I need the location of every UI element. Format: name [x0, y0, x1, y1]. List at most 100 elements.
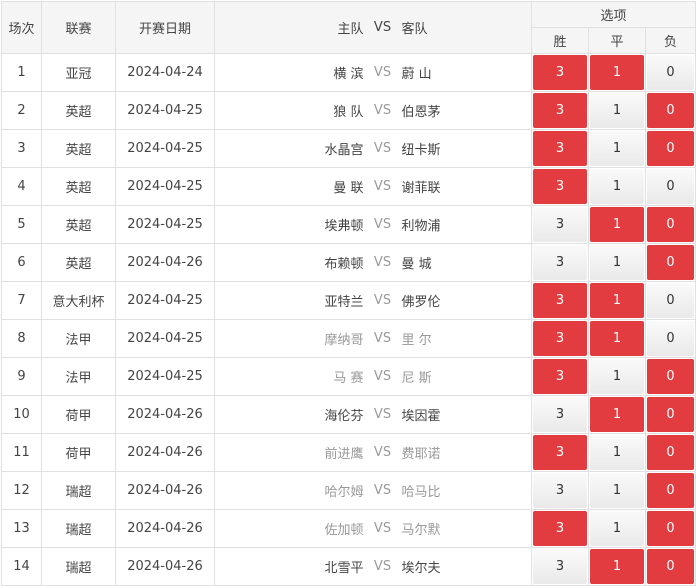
away-team: 埃因霍: [395, 395, 532, 434]
table-row: 12 瑞超 2024-04-26 哈尔姆 VS 哈马比 3 1 0: [1, 471, 696, 510]
win-option-button[interactable]: 3: [533, 131, 587, 166]
draw-option-cell: 1: [588, 167, 646, 206]
vs-label: VS: [369, 319, 396, 358]
lose-option-button[interactable]: 0: [647, 93, 695, 128]
lose-option-button[interactable]: 0: [647, 359, 695, 394]
lose-option-cell: 0: [644, 471, 696, 510]
draw-option-cell: 1: [588, 471, 646, 510]
win-option-cell: 3: [531, 91, 589, 130]
draw-option-button[interactable]: 1: [590, 321, 644, 356]
draw-option-button[interactable]: 1: [590, 397, 644, 432]
lose-option-cell: 0: [644, 281, 696, 320]
draw-option-cell: 1: [588, 205, 646, 244]
draw-option-button[interactable]: 1: [590, 359, 644, 394]
win-option-button[interactable]: 3: [533, 321, 587, 356]
table-row: 3 英超 2024-04-25 水晶宫 VS 纽卡斯 3 1 0: [1, 129, 696, 168]
win-option-button[interactable]: 3: [533, 473, 587, 508]
lose-option-button[interactable]: 0: [647, 435, 695, 470]
win-option-cell: 3: [531, 129, 589, 168]
away-team: 伯恩茅: [395, 91, 532, 130]
away-team: 曼 城: [395, 243, 532, 282]
match-date: 2024-04-26: [115, 395, 215, 434]
home-team: 狼 队: [214, 91, 370, 130]
draw-option-button[interactable]: 1: [590, 207, 644, 242]
draw-option-button[interactable]: 1: [590, 473, 644, 508]
vs-label: VS: [369, 243, 396, 282]
away-team: 佛罗伦: [395, 281, 532, 320]
match-number: 10: [1, 395, 42, 434]
header-lose: 负: [644, 27, 696, 54]
lose-option-button[interactable]: 0: [647, 397, 695, 432]
draw-option-cell: 1: [588, 357, 646, 396]
draw-option-cell: 1: [588, 91, 646, 130]
lose-option-button[interactable]: 0: [647, 511, 695, 546]
home-team: 横 滨: [214, 53, 370, 92]
win-option-cell: 3: [531, 281, 589, 320]
match-date: 2024-04-25: [115, 129, 215, 168]
lose-option-button[interactable]: 0: [647, 55, 695, 90]
draw-option-button[interactable]: 1: [590, 549, 644, 584]
win-option-button[interactable]: 3: [533, 245, 587, 280]
lose-option-button[interactable]: 0: [647, 131, 695, 166]
header-league: 联赛: [41, 1, 116, 54]
home-team: 佐加顿: [214, 509, 370, 548]
match-date: 2024-04-24: [115, 53, 215, 92]
table-row: 9 法甲 2024-04-25 马 赛 VS 尼 斯310: [1, 357, 696, 396]
table-row: 5 英超 2024-04-25 埃弗顿 VS 利物浦 3 1 0: [1, 205, 696, 244]
lose-option-cell: 0: [644, 205, 696, 244]
home-team: 摩纳哥: [214, 319, 370, 358]
win-option-button[interactable]: 3: [533, 283, 587, 318]
table-row: 6 英超 2024-04-26 布赖顿 VS 曼 城310: [1, 243, 696, 282]
lose-option-button[interactable]: 0: [647, 169, 695, 204]
win-option-button[interactable]: 3: [533, 359, 587, 394]
draw-option-cell: 1: [588, 129, 646, 168]
draw-option-button[interactable]: 1: [590, 511, 644, 546]
draw-option-button[interactable]: 1: [590, 435, 644, 470]
match-number: 11: [1, 433, 42, 472]
table-row: 13 瑞超 2024-04-26 佐加顿 VS 马尔默 3 1 0: [1, 509, 696, 548]
lose-option-cell: 0: [644, 243, 696, 282]
league-name: 法甲: [41, 319, 116, 358]
lose-option-button[interactable]: 0: [647, 245, 695, 280]
win-option-cell: 3: [531, 471, 589, 510]
vs-label: VS: [369, 281, 396, 320]
home-team: 北雪平: [214, 547, 370, 586]
away-team: 纽卡斯: [395, 129, 532, 168]
draw-option-button[interactable]: 1: [590, 55, 644, 90]
win-option-button[interactable]: 3: [533, 435, 587, 470]
win-option-button[interactable]: 3: [533, 549, 587, 584]
league-name: 荷甲: [41, 433, 116, 472]
away-team: 马尔默: [395, 509, 532, 548]
header-away: 客队: [395, 1, 532, 54]
header-options: 选项: [530, 1, 696, 28]
draw-option-button[interactable]: 1: [590, 245, 644, 280]
draw-option-button[interactable]: 1: [590, 131, 644, 166]
table-row: 8 法甲 2024-04-25 摩纳哥 VS 里 尔310: [1, 319, 696, 358]
lose-option-button[interactable]: 0: [647, 321, 695, 356]
match-date: 2024-04-25: [115, 281, 215, 320]
lose-option-button[interactable]: 0: [647, 549, 695, 584]
draw-option-button[interactable]: 1: [590, 93, 644, 128]
win-option-button[interactable]: 3: [533, 397, 587, 432]
lose-option-button[interactable]: 0: [647, 283, 695, 318]
home-team: 水晶宫: [214, 129, 370, 168]
win-option-button[interactable]: 3: [533, 511, 587, 546]
league-name: 英超: [41, 91, 116, 130]
win-option-button[interactable]: 3: [533, 55, 587, 90]
draw-option-button[interactable]: 1: [590, 283, 644, 318]
win-option-button[interactable]: 3: [533, 207, 587, 242]
match-number: 5: [1, 205, 42, 244]
win-option-cell: 3: [531, 547, 589, 586]
lose-option-button[interactable]: 0: [647, 473, 695, 508]
win-option-cell: 3: [531, 167, 589, 206]
league-name: 意大利杯: [41, 281, 116, 320]
win-option-button[interactable]: 3: [533, 93, 587, 128]
draw-option-cell: 1: [588, 509, 646, 548]
lose-option-cell: 0: [644, 91, 696, 130]
home-team: 前进鹰: [214, 433, 370, 472]
lose-option-button[interactable]: 0: [647, 207, 695, 242]
vs-label: VS: [369, 433, 396, 472]
draw-option-button[interactable]: 1: [590, 169, 644, 204]
win-option-button[interactable]: 3: [533, 169, 587, 204]
win-option-cell: 3: [531, 319, 589, 358]
